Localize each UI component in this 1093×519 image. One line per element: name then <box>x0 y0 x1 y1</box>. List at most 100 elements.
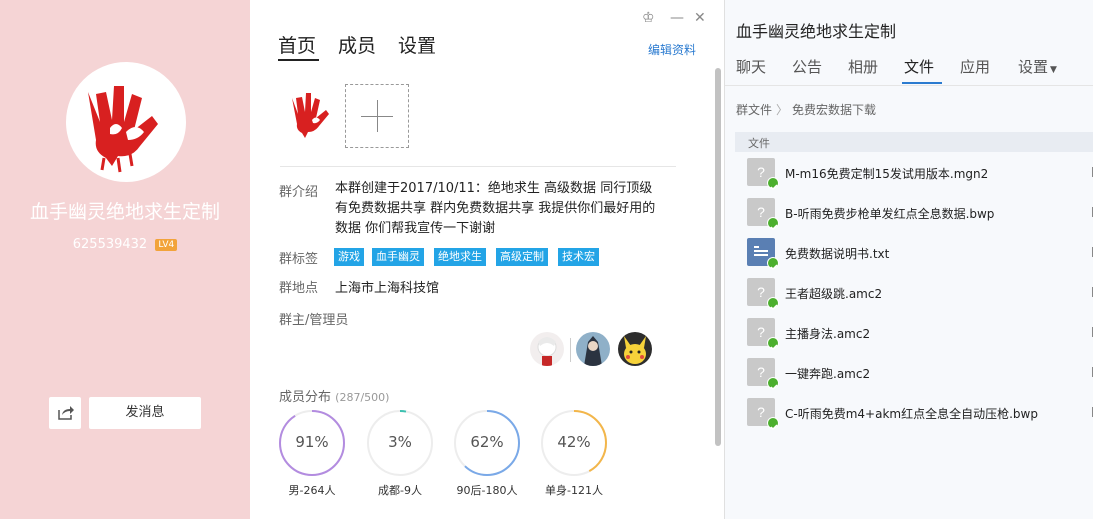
chat-side-panel: 血手幽灵绝地求生定制 聊天 公告 相册 文件 应用 设置 ▼ 群文件〉免费宏数据下… <box>724 0 1093 519</box>
share-button[interactable] <box>49 397 81 429</box>
ring-caption: 单身-121人 <box>545 484 603 497</box>
scrollbar-thumb[interactable] <box>715 68 721 446</box>
tab-chat[interactable]: 聊天 <box>736 56 766 77</box>
tag-item[interactable]: 技术宏 <box>558 248 599 266</box>
tab-settings-label: 设置 <box>1018 58 1049 76</box>
group-name: 血手幽灵绝地求生定制 <box>29 201 220 223</box>
bloody-hand-icon <box>292 93 329 138</box>
file-column-header: 文件 <box>735 132 1093 152</box>
group-profile-panel: 血手幽灵绝地求生定制 625539432 LV4 发消息 <box>0 0 250 519</box>
tab-members[interactable]: 成员 <box>338 31 376 58</box>
member-count: (287/500) <box>335 391 390 404</box>
location-label: 群地点 <box>279 281 319 296</box>
tab-chat-settings[interactable]: 设置 ▼ <box>1018 56 1057 77</box>
file-row[interactable]: ? M-m16免费定制15发试用版本.mgn2 <box>747 158 1093 191</box>
avatar-image <box>537 337 557 366</box>
breadcrumb-current: 免费宏数据下载 <box>792 103 877 117</box>
ring-caption: 成都-9人 <box>378 484 422 497</box>
svg-text:?: ? <box>757 284 765 300</box>
intro-label: 群介绍 <box>279 185 319 200</box>
tag-item[interactable]: 绝地求生 <box>434 248 486 266</box>
file-name: B-听雨免费步枪单发红点全息数据.bwp <box>785 207 995 221</box>
owner-avatar[interactable] <box>530 332 564 366</box>
active-tab-indicator <box>278 59 319 61</box>
tag-item[interactable]: 高级定制 <box>496 248 548 266</box>
group-id: 625539432 <box>72 237 148 252</box>
tab-home[interactable]: 首页 <box>278 31 316 58</box>
distribution-ring: 3% <box>366 409 434 477</box>
chevron-right-icon: 〉 <box>776 103 789 117</box>
ring-percent: 62% <box>470 433 504 451</box>
intro-text: 本群创建于2017/10/11：绝地求生 高级数据 同行顶级 有免费数据共享 群… <box>335 181 656 236</box>
downloaded-check-icon <box>767 257 779 271</box>
distribution-label: 成员分布 (287/500) <box>279 386 389 405</box>
add-photo-button[interactable] <box>345 84 409 148</box>
file-name: 主播身法.amc2 <box>785 327 871 341</box>
tag-item[interactable]: 血手幽灵 <box>372 248 424 266</box>
downloaded-check-icon <box>767 217 779 231</box>
tab-album[interactable]: 相册 <box>848 56 878 77</box>
group-logo-thumbnail[interactable] <box>288 88 334 142</box>
tab-announcement[interactable]: 公告 <box>792 56 822 77</box>
admins-label: 群主/管理员 <box>279 313 349 328</box>
tag-item[interactable]: 游戏 <box>334 248 364 266</box>
minimize-icon[interactable]: — <box>670 9 684 27</box>
downloaded-check-icon <box>767 417 779 431</box>
ring-percent: 42% <box>557 433 591 451</box>
level-badge: LV4 <box>155 239 178 251</box>
ring-percent: 91% <box>295 433 329 451</box>
avatar-image <box>624 336 646 364</box>
file-row[interactable]: ? B-听雨免费步枪单发红点全息数据.bwp <box>747 198 1093 231</box>
breadcrumb: 群文件〉免费宏数据下载 <box>736 101 876 118</box>
edit-profile-link[interactable]: 编辑资料 <box>648 41 696 58</box>
file-row[interactable]: ? 主播身法.amc2 <box>747 318 1093 351</box>
distribution-ring: 42% <box>540 409 608 477</box>
admin-separator <box>570 338 571 362</box>
file-name: 王者超级跳.amc2 <box>785 287 883 301</box>
ring-caption: 男-264人 <box>288 484 336 497</box>
caret-down-icon: ▼ <box>1050 65 1057 75</box>
active-tab-indicator <box>902 82 942 84</box>
skin-icon[interactable]: ♔ <box>642 9 655 27</box>
svg-text:?: ? <box>757 324 765 340</box>
distribution-ring: 62% <box>453 409 521 477</box>
send-message-button[interactable]: 发消息 <box>89 397 201 429</box>
close-icon[interactable]: ✕ <box>694 9 706 27</box>
breadcrumb-root[interactable]: 群文件 <box>736 103 772 117</box>
tab-apps[interactable]: 应用 <box>960 56 990 77</box>
svg-text:?: ? <box>757 164 765 180</box>
file-row[interactable]: ? 王者超级跳.amc2 <box>747 278 1093 311</box>
file-name: 免费数据说明书.txt <box>785 247 890 261</box>
file-name: M-m16免费定制15发试用版本.mgn2 <box>785 167 989 181</box>
tags-label: 群标签 <box>279 252 319 267</box>
tab-files[interactable]: 文件 <box>904 56 934 77</box>
svg-text:?: ? <box>757 404 765 420</box>
chat-title: 血手幽灵绝地求生定制 <box>736 22 897 41</box>
admin-avatar[interactable] <box>576 332 610 366</box>
divider <box>725 85 1093 86</box>
group-home-panel: ♔ — ✕ 首页 成员 设置 编辑资料 群介绍 本群创建于2017/10/11：… <box>250 0 724 519</box>
divider <box>280 166 676 167</box>
group-avatar <box>66 62 186 182</box>
admin-avatar[interactable] <box>618 332 652 366</box>
file-name: 一键奔跑.amc2 <box>785 367 871 381</box>
ring-percent: 3% <box>388 433 412 451</box>
bloody-hand-icon <box>88 86 158 173</box>
window-controls: ♔ — ✕ <box>642 9 718 27</box>
file-column-label[interactable]: 文件 <box>748 135 770 151</box>
distribution-ring: 91% <box>278 409 346 477</box>
svg-text:?: ? <box>757 204 765 220</box>
downloaded-check-icon <box>767 377 779 391</box>
group-id-row: 625539432 LV4 <box>0 233 250 252</box>
ring-caption: 90后-180人 <box>456 484 518 497</box>
file-name: C-听雨免费m4+akm红点全息全自动压枪.bwp <box>785 407 1038 421</box>
distribution-title: 成员分布 <box>279 390 332 405</box>
downloaded-check-icon <box>767 297 779 311</box>
file-row[interactable]: 免费数据说明书.txt <box>747 238 1093 271</box>
tab-settings[interactable]: 设置 <box>398 31 436 58</box>
file-row[interactable]: ? 一键奔跑.amc2 <box>747 358 1093 391</box>
file-row[interactable]: ? C-听雨免费m4+akm红点全息全自动压枪.bwp <box>747 398 1093 431</box>
location-value: 上海市上海科技馆 <box>335 281 440 296</box>
svg-text:?: ? <box>757 364 765 380</box>
avatar-image <box>584 336 602 366</box>
